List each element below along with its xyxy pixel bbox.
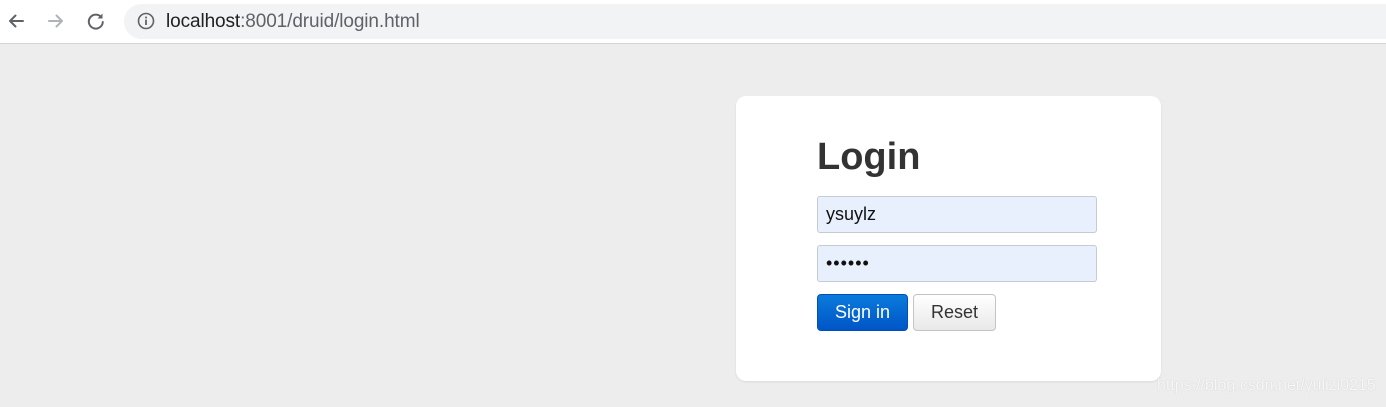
arrow-right-icon bbox=[48, 14, 63, 28]
watermark-text: https://blog.csdn.net/yulizi0215 bbox=[1157, 377, 1376, 394]
username-input[interactable] bbox=[817, 196, 1097, 233]
login-card: Login Sign in Reset bbox=[736, 96, 1161, 381]
info-circle-icon[interactable] bbox=[137, 12, 155, 30]
url-host: localhost bbox=[166, 11, 241, 32]
login-title: Login bbox=[817, 136, 921, 178]
browser-toolbar: localhost:8001/druid/login.html bbox=[0, 0, 1386, 44]
back-button[interactable] bbox=[2, 7, 30, 35]
arrow-left-icon bbox=[9, 14, 24, 28]
reload-button[interactable] bbox=[82, 7, 110, 35]
url-path: :8001/druid/login.html bbox=[240, 11, 420, 32]
reset-button[interactable]: Reset bbox=[913, 294, 996, 331]
address-bar[interactable]: localhost:8001/druid/login.html bbox=[124, 4, 1386, 39]
reload-icon bbox=[87, 13, 104, 30]
password-input[interactable] bbox=[817, 245, 1097, 282]
page-body: Login Sign in Reset https://blog.csdn.ne… bbox=[0, 45, 1386, 407]
url-text[interactable]: localhost:8001/druid/login.html bbox=[166, 11, 420, 32]
forward-button[interactable] bbox=[42, 7, 70, 35]
sign-in-button[interactable]: Sign in bbox=[817, 294, 908, 331]
